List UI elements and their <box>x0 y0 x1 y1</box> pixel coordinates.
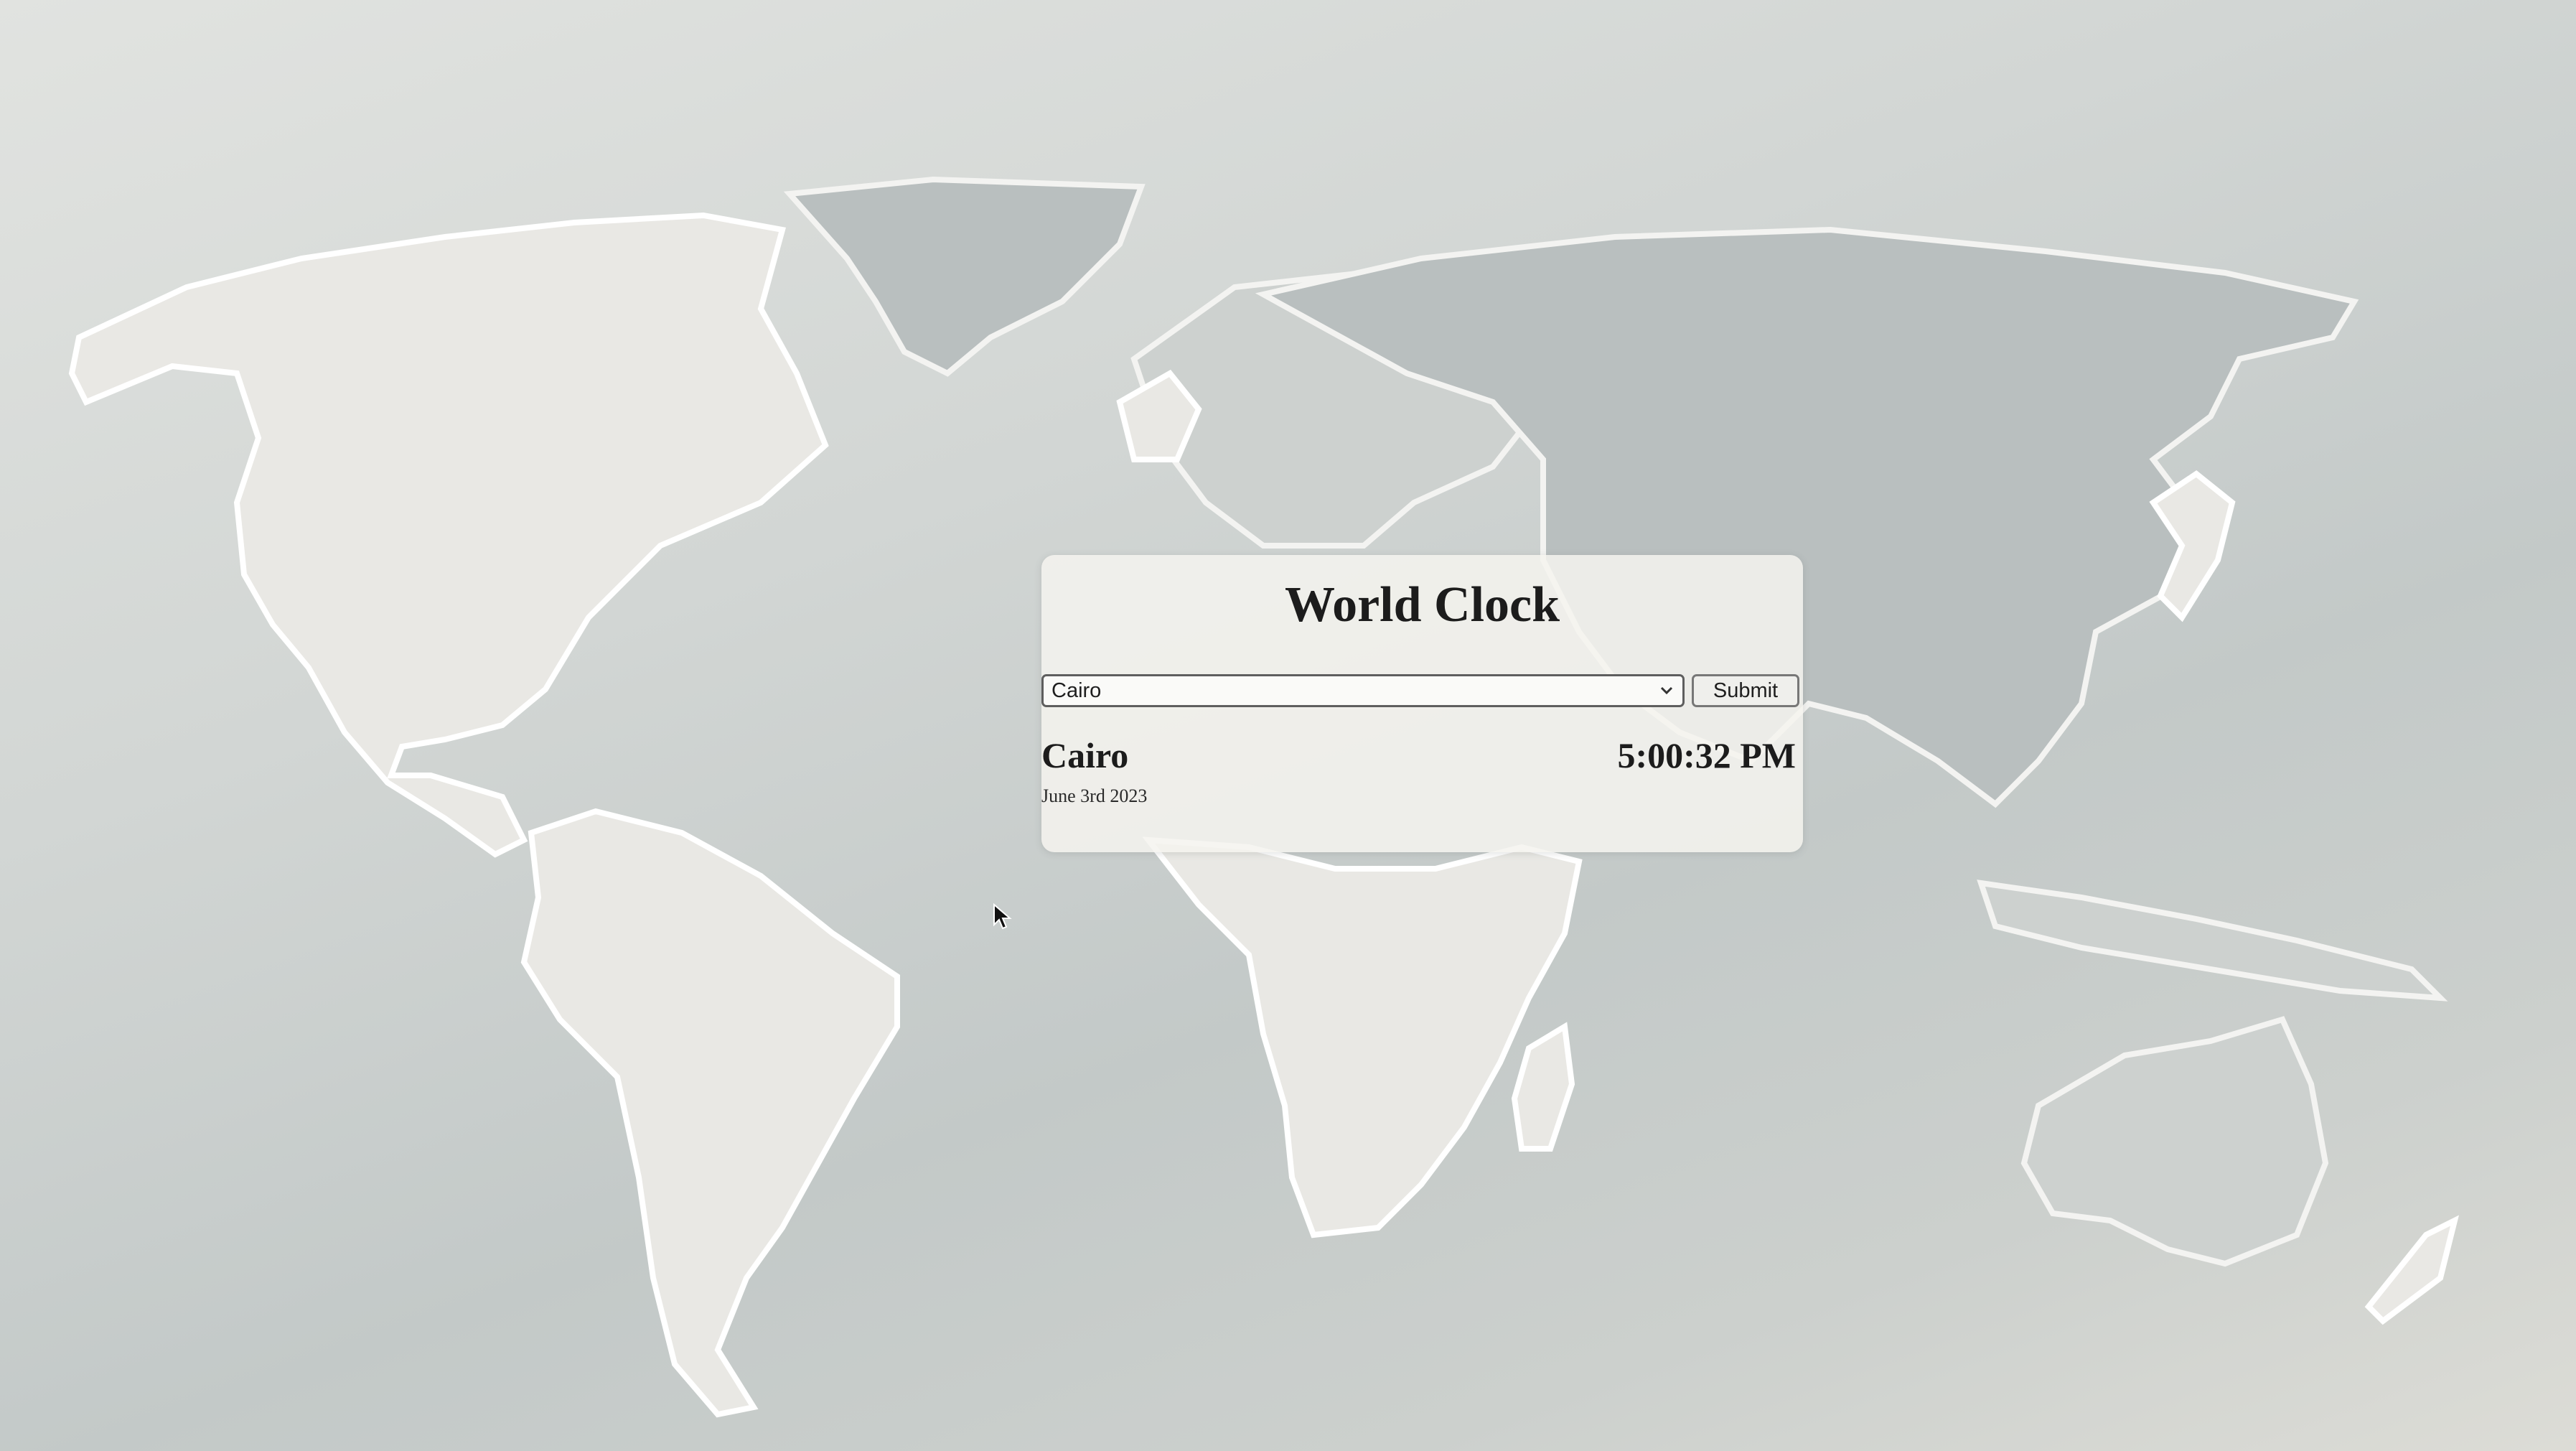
north-america-landmass <box>68 212 829 858</box>
submit-button[interactable]: Submit <box>1692 674 1799 707</box>
new-zealand-landmass <box>2364 1215 2459 1325</box>
result-time: 5:00:32 PM <box>1617 735 1796 775</box>
city-select-value: Cairo <box>1052 679 1102 702</box>
result-city-name: Cairo <box>1041 735 1129 775</box>
mouse-cursor-icon <box>993 903 1012 930</box>
madagascar-landmass <box>1511 1022 1575 1152</box>
page-title: World Clock <box>1284 577 1560 633</box>
result-date: June 3rd 2023 <box>1041 785 1148 806</box>
city-select[interactable]: Cairo <box>1041 674 1685 707</box>
greenland-landmass <box>783 176 1146 377</box>
australia-landmass <box>2020 1016 2329 1267</box>
chevron-down-icon <box>1660 686 1673 695</box>
africa-landmass <box>1142 836 1583 1238</box>
south-america-landmass <box>520 808 900 1418</box>
indonesia-landmass <box>1977 880 2448 1002</box>
world-clock-panel: World Clock Cairo Submit Cairo June 3rd … <box>1041 555 1803 852</box>
